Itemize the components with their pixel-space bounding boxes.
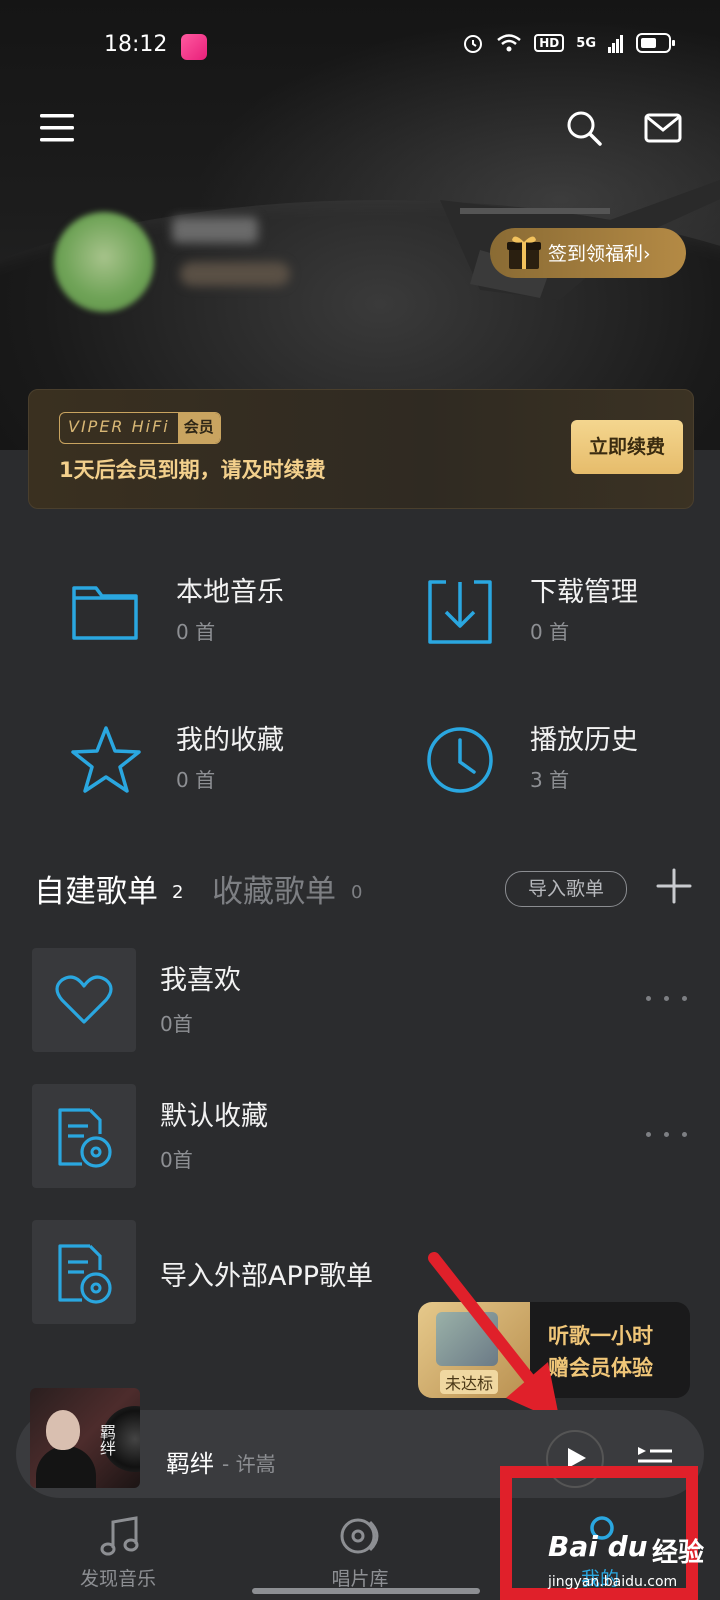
album-artist-face: [46, 1410, 80, 1450]
renew-button[interactable]: 立即续费: [571, 420, 683, 474]
tab-discover-music[interactable]: 发现音乐: [18, 1500, 218, 1600]
play-history-item[interactable]: 播放历史 3 首: [424, 724, 720, 834]
quick-item-count: 0 首: [176, 620, 216, 644]
download-icon: [428, 580, 492, 644]
download-manager-item[interactable]: 下载管理 0 首: [424, 576, 720, 686]
vip-banner[interactable]: VIPER HiFi 会员 1天后会员到期，请及时续费 立即续费: [28, 389, 694, 509]
hd-badge: HD: [534, 34, 565, 52]
gift-icon: [507, 236, 541, 269]
music-note-icon: [100, 1516, 139, 1556]
vinyl-icon: [340, 1518, 379, 1554]
tab-record-library[interactable]: 唱片库: [260, 1500, 460, 1600]
tab-self-playlists[interactable]: 自建歌单: [34, 866, 158, 911]
status-icons: HD 5G: [462, 32, 676, 54]
tab-favorite-count: 0: [351, 882, 363, 903]
checkin-label: 签到领福利›: [548, 243, 651, 265]
signal-icon: [608, 35, 623, 53]
battery-icon: [636, 33, 675, 53]
my-favorites-item[interactable]: 我的收藏 0 首: [70, 724, 390, 834]
quick-item-title: 播放历史: [530, 725, 638, 756]
quick-item-title: 我的收藏: [176, 725, 284, 756]
album-artist-figure: [36, 1446, 96, 1488]
user-level-redacted: [180, 262, 290, 286]
avatar[interactable]: [54, 212, 154, 312]
wifi-icon: [497, 34, 522, 52]
import-playlist-button[interactable]: 导入歌单: [505, 871, 627, 907]
song-artist: - 许嵩: [222, 1452, 276, 1476]
playlist-row[interactable]: 默认收藏 0首: [0, 1084, 720, 1188]
quick-item-title: 本地音乐: [176, 577, 284, 608]
playlist-count: 0首: [160, 1148, 193, 1172]
status-time: 18:12: [104, 32, 168, 57]
baidu-watermark: Bai du 经验 jingyan.baidu.com: [548, 1530, 705, 1590]
more-icon[interactable]: [646, 1124, 690, 1144]
tab-self-count: 2: [172, 882, 184, 903]
quick-item-count: 0 首: [176, 768, 216, 792]
mail-icon[interactable]: [644, 112, 682, 144]
viper-hifi-logo: VIPER HiFi 会员: [59, 412, 221, 444]
username-redacted: [172, 217, 258, 243]
annotation-arrow-icon: [428, 1252, 560, 1422]
playlist-cover: [32, 1220, 136, 1324]
playlist-disc-icon: [58, 1108, 112, 1168]
quick-item-count: 3 首: [530, 768, 570, 792]
app-notification-icon: [181, 34, 207, 60]
album-cover-text: 羁绊: [97, 1424, 116, 1456]
star-icon: [71, 726, 141, 793]
tab-favorite-playlists[interactable]: 收藏歌单: [212, 866, 336, 911]
playlist-title: 导入外部APP歌单: [160, 1261, 374, 1292]
status-bar: 18:12 HD 5G: [0, 20, 720, 70]
plus-icon[interactable]: [656, 868, 692, 904]
quick-item-count: 0 首: [530, 620, 570, 644]
quick-item-title: 下载管理: [530, 577, 638, 608]
network-label: 5G: [576, 35, 596, 51]
playlist-title: 默认收藏: [160, 1101, 268, 1132]
home-indicator[interactable]: [252, 1588, 480, 1594]
playlist-title: 我喜欢: [160, 965, 241, 996]
playlist-count: 0首: [160, 1012, 193, 1036]
playlist-disc-icon: [58, 1244, 112, 1304]
album-cover[interactable]: 羁绊: [30, 1388, 140, 1488]
playlist-cover: [32, 1084, 136, 1188]
checkin-reward-button[interactable]: 签到领福利›: [490, 228, 686, 278]
alarm-icon: [464, 35, 483, 53]
menu-icon[interactable]: [40, 112, 76, 144]
search-icon[interactable]: [566, 110, 602, 146]
playlist-row[interactable]: 我喜欢 0首: [0, 948, 720, 1052]
nav-label: 唱片库: [331, 1568, 389, 1590]
song-title: 羁绊: [166, 1450, 214, 1478]
clock-icon: [427, 727, 493, 793]
heart-icon: [55, 975, 113, 1024]
folder-icon: [72, 586, 138, 640]
playlist-cover: [32, 948, 136, 1052]
nav-label: 发现音乐: [79, 1568, 156, 1590]
vip-expiry-text: 1天后会员到期，请及时续费: [59, 458, 326, 482]
local-music-item[interactable]: 本地音乐 0 首: [70, 576, 390, 686]
more-icon[interactable]: [646, 988, 690, 1008]
